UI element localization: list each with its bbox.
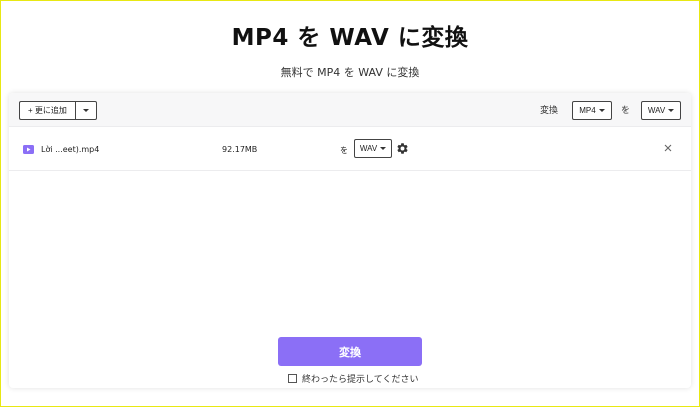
row-to-label: を (340, 146, 348, 155)
chevron-down-icon (668, 109, 675, 112)
target-format-value: WAV (647, 106, 666, 115)
add-more-dropdown-button[interactable] (74, 101, 97, 120)
file-name: Lời ...eet).mp4 (41, 145, 100, 154)
to-label: を (621, 106, 631, 116)
file-row: Lời ...eet).mp4 92.17MB を WAV (9, 127, 691, 171)
chevron-down-icon (82, 109, 89, 112)
notify-checkbox[interactable] (288, 374, 297, 383)
convert-button[interactable]: 変換 (278, 337, 422, 366)
chevron-down-icon (380, 147, 387, 150)
notify-option[interactable]: 終わったら提示してください (288, 372, 418, 385)
chevron-down-icon (598, 109, 605, 112)
page-title: MP4 を WAV に変換 (231, 25, 469, 51)
file-size: 92.17MB (222, 145, 258, 154)
file-format-select[interactable]: WAV (354, 139, 392, 158)
target-format-select[interactable]: WAV (641, 101, 681, 120)
source-format-select[interactable]: MP4 (572, 101, 612, 120)
converter-panel: + 更に追加 変換 MP4 を WAV Lời ...eet).mp4 92.1… (9, 93, 691, 388)
add-file-group: + 更に追加 (19, 101, 97, 120)
convert-label: 変換 (540, 106, 559, 116)
video-file-icon (23, 145, 34, 154)
add-more-button[interactable]: + 更に追加 (19, 101, 75, 120)
notify-label: 終わったら提示してください (302, 375, 419, 385)
page-subtitle: 無料で MP4 を WAV に変換 (280, 66, 420, 79)
file-format-value: WAV (359, 144, 378, 153)
source-format-value: MP4 (579, 106, 596, 115)
close-icon[interactable] (662, 142, 674, 154)
converter-toolbar: + 更に追加 変換 MP4 を WAV (9, 93, 691, 127)
gear-icon[interactable] (396, 142, 409, 155)
